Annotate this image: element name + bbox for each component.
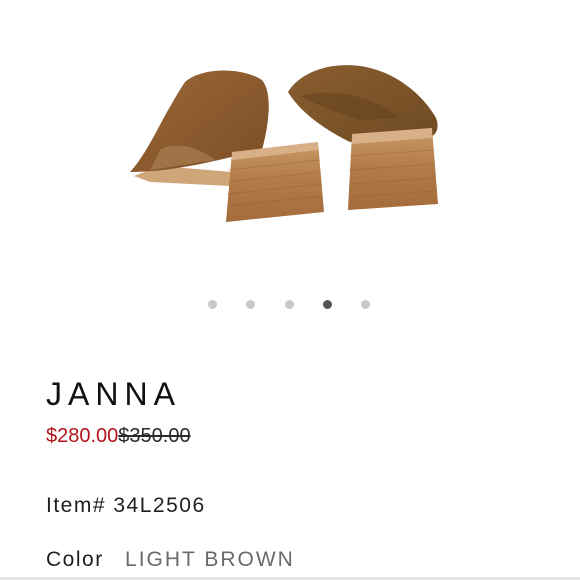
color-value: LIGHT BROWN	[125, 548, 295, 571]
color-row: Color LIGHT BROWN	[46, 548, 295, 572]
carousel-dot-4-active[interactable]	[323, 300, 332, 309]
carousel-dot-1[interactable]	[208, 300, 217, 309]
item-number-row: Item# 34L2506	[46, 494, 206, 518]
product-image[interactable]	[0, 0, 580, 290]
sale-price: $280.00	[46, 425, 119, 447]
carousel-dot-2[interactable]	[246, 300, 255, 309]
carousel-pagination	[0, 300, 580, 312]
original-price: $350.00	[118, 425, 191, 447]
item-number-label: Item#	[46, 494, 107, 517]
item-number-value: 34L2506	[113, 494, 206, 517]
carousel-dot-5[interactable]	[361, 300, 370, 309]
carousel-dot-3[interactable]	[285, 300, 294, 309]
shoe-image	[130, 65, 438, 222]
product-title: JANNA	[46, 376, 181, 412]
price-row: $280.00$350.00	[46, 425, 191, 448]
color-label: Color	[46, 548, 104, 571]
